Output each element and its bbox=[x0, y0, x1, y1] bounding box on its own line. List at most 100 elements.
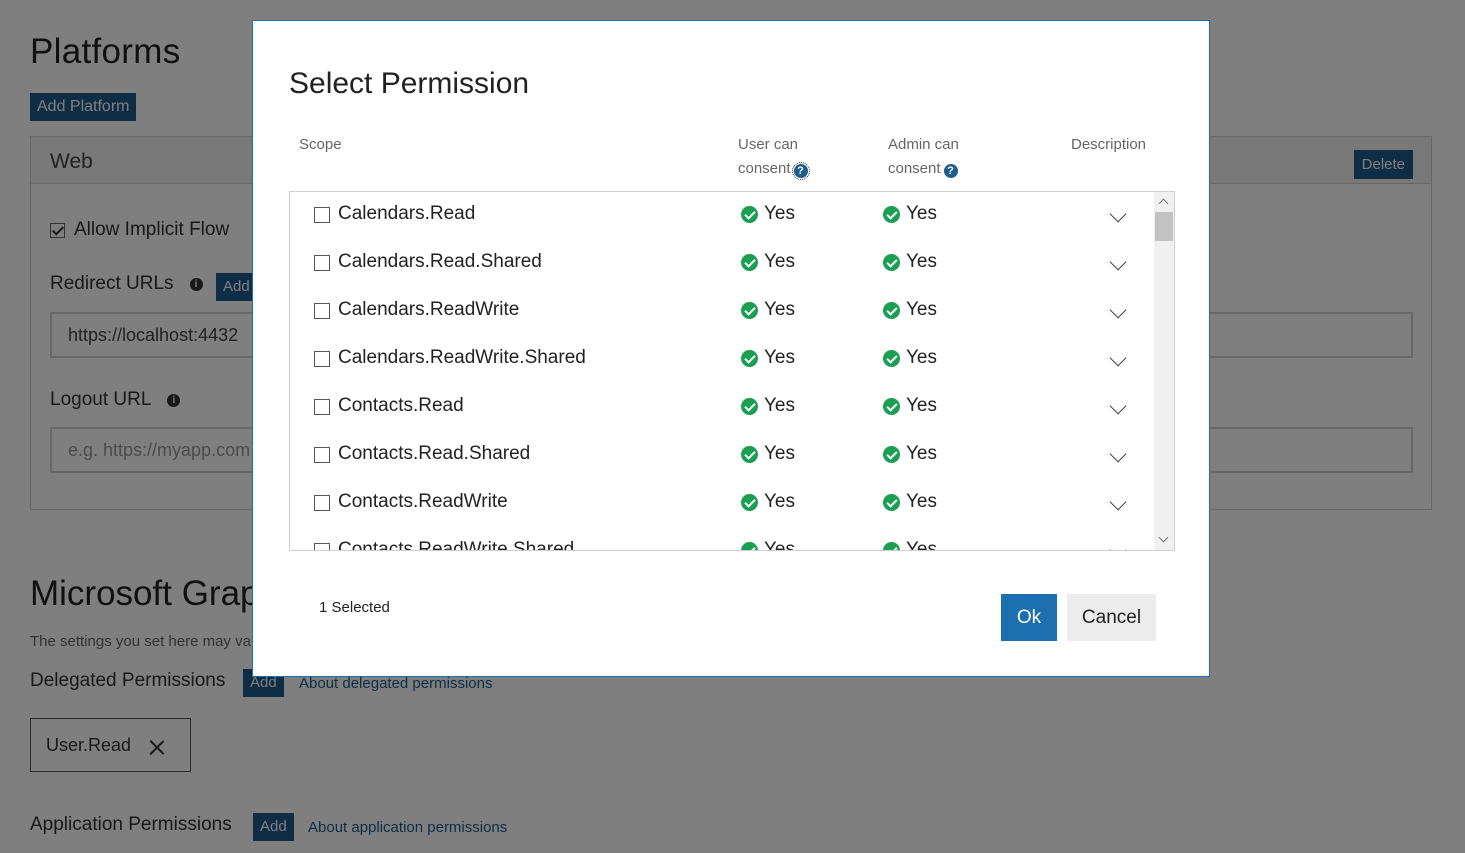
scroll-up-icon[interactable] bbox=[1158, 198, 1169, 209]
green-check-icon bbox=[741, 253, 758, 271]
user-consent-text: Yes bbox=[764, 443, 795, 464]
permission-row[interactable]: Calendars.Read.Shared Yes Yes bbox=[290, 240, 1154, 288]
user-consent-text: Yes bbox=[764, 299, 795, 320]
user-consent-text: Yes bbox=[764, 251, 795, 272]
chevron-down-icon[interactable] bbox=[1109, 397, 1127, 415]
admin-consent-text: Yes bbox=[906, 299, 937, 320]
user-consent-text: Yes bbox=[764, 395, 795, 416]
scope-name: Calendars.ReadWrite.Shared bbox=[338, 347, 586, 368]
selected-count: 1 Selected bbox=[319, 599, 390, 616]
green-check-icon bbox=[883, 493, 900, 511]
user-consent-value: Yes bbox=[741, 443, 795, 465]
admin-consent-value: Yes bbox=[883, 395, 937, 417]
dialog-title: Select Permission bbox=[289, 67, 530, 100]
chevron-down-icon[interactable] bbox=[1109, 493, 1127, 511]
ok-button[interactable]: Ok bbox=[1001, 594, 1057, 641]
user-consent-text: Yes bbox=[764, 539, 795, 551]
chevron-down-icon[interactable] bbox=[1109, 205, 1127, 223]
user-consent-line2-wrap: consent? bbox=[738, 157, 810, 181]
cancel-button[interactable]: Cancel bbox=[1067, 594, 1156, 641]
admin-consent-text: Yes bbox=[906, 395, 937, 416]
scope-checkbox[interactable] bbox=[314, 447, 330, 463]
user-consent-value: Yes bbox=[741, 539, 795, 551]
chevron-down-icon[interactable] bbox=[1109, 253, 1127, 271]
permission-list[interactable]: Calendars.Read Yes Yes Calendars.Read.Share… bbox=[289, 191, 1175, 551]
user-consent-value: Yes bbox=[741, 395, 795, 417]
green-check-icon bbox=[883, 397, 900, 415]
admin-consent-text: Yes bbox=[906, 251, 937, 272]
chevron-down-icon[interactable] bbox=[1109, 541, 1127, 550]
column-header-user-consent: User can consent? bbox=[738, 133, 810, 181]
scope-name: Contacts.Read.Shared bbox=[338, 443, 531, 464]
scope-checkbox[interactable] bbox=[314, 495, 330, 511]
permission-row[interactable]: Contacts.ReadWrite.Shared Yes Yes bbox=[290, 528, 1154, 551]
green-check-icon bbox=[741, 397, 758, 415]
admin-consent-text: Yes bbox=[906, 491, 937, 512]
green-check-icon bbox=[741, 445, 758, 463]
admin-consent-text: Yes bbox=[906, 347, 937, 368]
green-check-icon bbox=[883, 253, 900, 271]
scroll-down-icon[interactable] bbox=[1158, 532, 1169, 543]
permission-row[interactable]: Contacts.ReadWrite Yes Yes bbox=[290, 480, 1154, 528]
scope-checkbox[interactable] bbox=[314, 255, 330, 271]
select-permission-dialog: Select Permission Scope User can consent… bbox=[252, 20, 1210, 677]
green-check-icon bbox=[883, 541, 900, 550]
admin-consent-value: Yes bbox=[883, 539, 937, 551]
green-check-icon bbox=[741, 493, 758, 511]
admin-consent-value: Yes bbox=[883, 299, 937, 321]
scope-name: Calendars.ReadWrite bbox=[338, 299, 520, 320]
user-consent-value: Yes bbox=[741, 203, 795, 225]
scope-name: Contacts.ReadWrite bbox=[338, 491, 508, 512]
question-icon[interactable]: ? bbox=[791, 162, 810, 180]
scroll-thumb[interactable] bbox=[1155, 212, 1173, 241]
permission-row[interactable]: Contacts.Read.Shared Yes Yes bbox=[290, 432, 1154, 480]
user-consent-value: Yes bbox=[741, 491, 795, 513]
column-header-admin-consent: Admin can consent? bbox=[888, 133, 959, 181]
admin-consent-value: Yes bbox=[883, 347, 937, 369]
scope-checkbox[interactable] bbox=[314, 303, 330, 319]
scope-name: Calendars.Read bbox=[338, 203, 476, 224]
user-consent-text: Yes bbox=[764, 491, 795, 512]
question-icon[interactable]: ? bbox=[943, 164, 958, 178]
chevron-down-icon[interactable] bbox=[1109, 445, 1127, 463]
scope-name: Calendars.Read.Shared bbox=[338, 251, 542, 272]
scope-checkbox[interactable] bbox=[314, 399, 330, 415]
green-check-icon bbox=[741, 541, 758, 550]
green-check-icon bbox=[741, 205, 758, 223]
scope-checkbox[interactable] bbox=[314, 543, 330, 550]
user-consent-value: Yes bbox=[741, 347, 795, 369]
user-consent-text: Yes bbox=[764, 347, 795, 368]
permission-row[interactable]: Calendars.ReadWrite.Shared Yes Yes bbox=[290, 336, 1154, 384]
scope-checkbox[interactable] bbox=[314, 207, 330, 223]
admin-consent-value: Yes bbox=[883, 443, 937, 465]
admin-consent-line1: Admin can bbox=[888, 136, 959, 153]
admin-consent-text: Yes bbox=[906, 539, 937, 551]
admin-consent-text: Yes bbox=[906, 203, 937, 224]
user-consent-value: Yes bbox=[741, 251, 795, 273]
chevron-down-icon[interactable] bbox=[1109, 301, 1127, 319]
admin-consent-value: Yes bbox=[883, 203, 937, 225]
permission-row[interactable]: Calendars.Read Yes Yes bbox=[290, 192, 1154, 240]
green-check-icon bbox=[741, 349, 758, 367]
permission-row[interactable]: Calendars.ReadWrite Yes Yes bbox=[290, 288, 1154, 336]
column-header-description: Description bbox=[1071, 136, 1147, 153]
admin-consent-text: Yes bbox=[906, 443, 937, 464]
admin-consent-value: Yes bbox=[883, 491, 937, 513]
green-check-icon bbox=[883, 301, 900, 319]
admin-consent-line2-wrap: consent? bbox=[888, 157, 959, 181]
scrollbar[interactable] bbox=[1154, 192, 1174, 550]
user-consent-text: Yes bbox=[764, 203, 795, 224]
scope-name: Contacts.ReadWrite.Shared bbox=[338, 539, 575, 551]
column-header-scope: Scope bbox=[299, 136, 342, 153]
user-consent-line1: User can bbox=[738, 136, 799, 153]
admin-consent-line2: consent bbox=[888, 160, 941, 177]
scope-name: Contacts.Read bbox=[338, 395, 464, 416]
green-check-icon bbox=[883, 205, 900, 223]
chevron-down-icon[interactable] bbox=[1109, 349, 1127, 367]
scope-checkbox[interactable] bbox=[314, 351, 330, 367]
green-check-icon bbox=[883, 349, 900, 367]
green-check-icon bbox=[741, 301, 758, 319]
permission-row[interactable]: Contacts.Read Yes Yes bbox=[290, 384, 1154, 432]
green-check-icon bbox=[883, 445, 900, 463]
user-consent-value: Yes bbox=[741, 299, 795, 321]
